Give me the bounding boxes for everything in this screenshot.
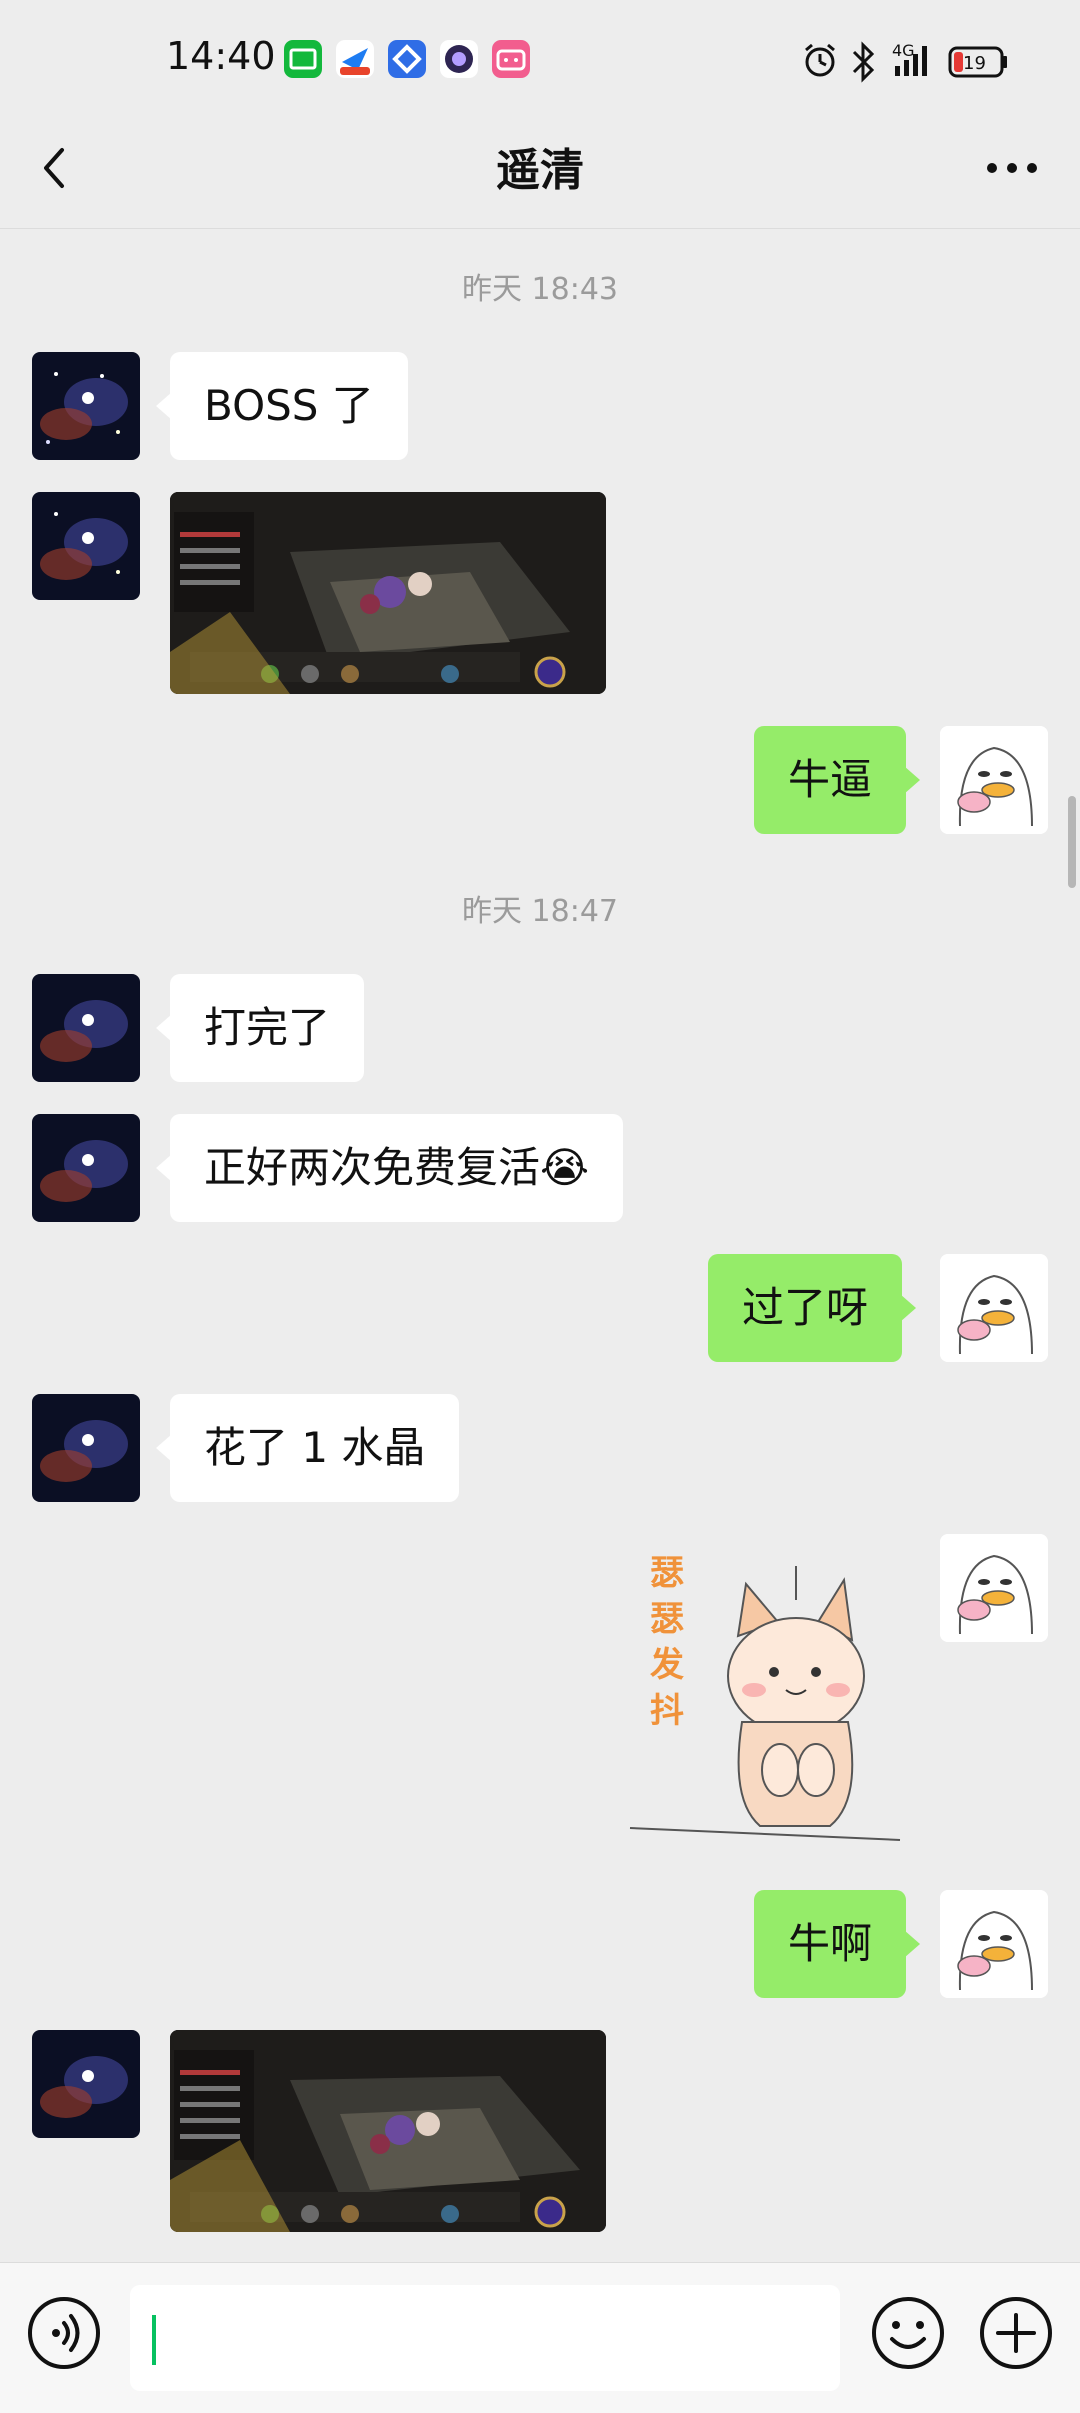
message-bubble-outgoing[interactable]: 过了呀 [708, 1254, 917, 1362]
plus-button[interactable] [976, 2293, 1056, 2373]
image-message[interactable] [170, 2030, 606, 2232]
sticker-char: 瑟 [650, 1553, 684, 1593]
sticker-message[interactable]: 瑟 瑟 发 抖 [620, 1540, 910, 1860]
chat-title: 遥清 [496, 145, 584, 196]
timestamp: 昨天 18:47 [462, 894, 618, 929]
app-icon-blue-red [336, 40, 374, 78]
my-avatar[interactable] [940, 1254, 1048, 1362]
app-icon-purple [440, 40, 478, 78]
status-time: 14:40 [166, 34, 276, 78]
battery-icon: 19 [948, 46, 1007, 78]
network-label: 4G [892, 41, 915, 60]
iqiyi-app-icon [284, 40, 322, 78]
chat-scrollbar[interactable] [1068, 796, 1076, 888]
contact-avatar[interactable] [32, 974, 140, 1082]
message-bubble-incoming[interactable]: 打完了 [155, 974, 365, 1082]
plus-icon [980, 2297, 1052, 2369]
message-bubble-incoming[interactable]: 正好两次免费复活😭 [155, 1114, 624, 1222]
emoji-button[interactable] [868, 2293, 948, 2373]
bilibili-app-icon [492, 40, 530, 78]
chat-header: 遥清 [0, 110, 1080, 229]
more-button[interactable] [974, 130, 1050, 206]
voice-button[interactable] [24, 2293, 104, 2373]
contact-avatar[interactable] [32, 2030, 140, 2138]
status-icons: 4G 19 [805, 41, 1007, 83]
app-icon-blue [388, 40, 426, 78]
message-input[interactable] [130, 2285, 840, 2391]
sticker-char: 发 [650, 1645, 684, 1685]
message-bubble-incoming[interactable]: 花了 1 水晶 [155, 1394, 460, 1502]
voice-icon [28, 2297, 100, 2369]
game-screenshot-image [170, 492, 606, 694]
contact-avatar[interactable] [32, 1114, 140, 1222]
sticker-char: 抖 [650, 1691, 684, 1731]
message-bubble-outgoing[interactable]: 牛啊 [754, 1890, 921, 1998]
message-bubble-outgoing[interactable]: 牛逼 [754, 726, 921, 834]
my-avatar[interactable] [940, 1890, 1048, 1998]
emoji-icon [872, 2297, 944, 2369]
game-screenshot-image [170, 2030, 606, 2232]
bluetooth-icon [852, 41, 875, 83]
message-bubble-incoming[interactable]: BOSS 了 [156, 352, 408, 460]
more-icon [987, 163, 1037, 173]
alarm-icon [805, 43, 835, 77]
input-bar [0, 2262, 1080, 2413]
sticker-char: 瑟 [650, 1599, 684, 1639]
contact-avatar[interactable] [32, 492, 140, 600]
status-bar: 14:40 4G 19 [0, 0, 1080, 110]
shiba-sticker-image: 瑟 瑟 发 抖 [629, 1553, 901, 1841]
image-message[interactable] [170, 492, 606, 694]
my-avatar[interactable] [940, 726, 1048, 834]
contact-avatar[interactable] [32, 352, 140, 460]
timestamp: 昨天 18:43 [462, 272, 618, 307]
my-avatar[interactable] [940, 1534, 1048, 1642]
text-caret [152, 2315, 156, 2365]
contact-avatar[interactable] [32, 1394, 140, 1502]
battery-level: 19 [963, 53, 986, 74]
